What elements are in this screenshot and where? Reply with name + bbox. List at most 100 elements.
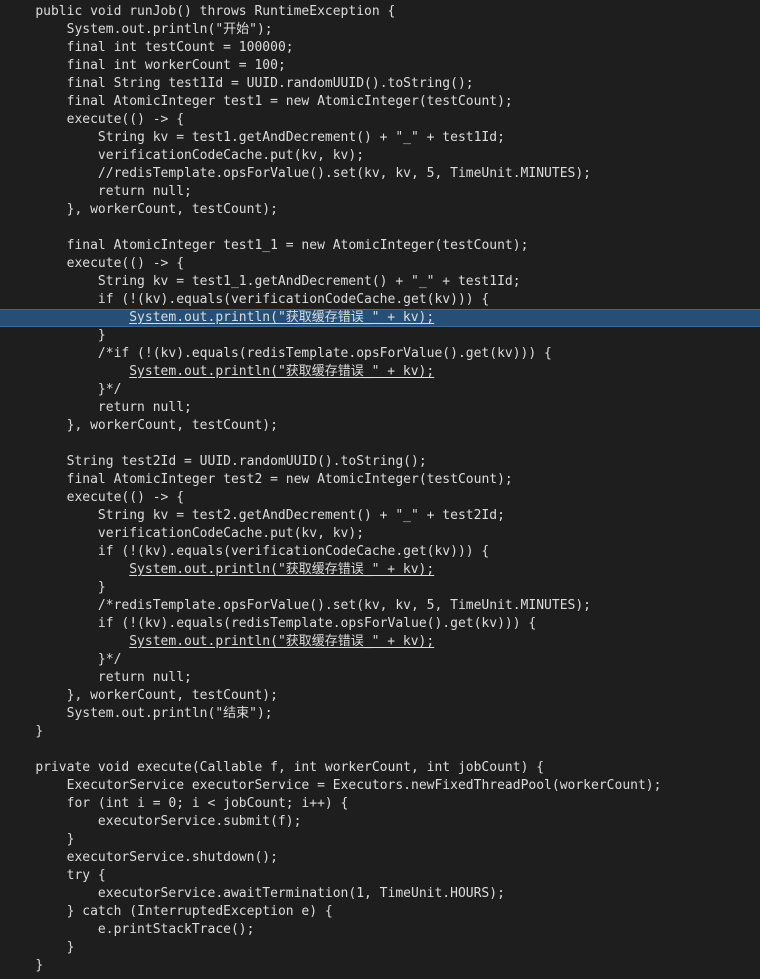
code-text[interactable]: } catch (InterruptedException e) { [67,904,333,919]
code-text[interactable]: final AtomicInteger test2 = new AtomicIn… [67,472,513,487]
code-text[interactable]: executorService.awaitTermination(1, Time… [98,886,505,901]
code-line[interactable]: e.printStackTrace(); [0,921,760,939]
code-line[interactable]: System.out.println("获取缓存错误_" + kv); [0,633,760,651]
code-text[interactable]: }*/ [98,652,121,667]
code-line[interactable]: final AtomicInteger test1 = new AtomicIn… [0,93,760,111]
code-text[interactable]: System.out.println("获取缓存错误_" + kv); [129,562,434,577]
code-line[interactable]: executorService.awaitTermination(1, Time… [0,885,760,903]
code-text[interactable]: if (!(kv).equals(verificationCodeCache.g… [98,292,489,307]
code-text[interactable]: executorService.shutdown(); [67,850,278,865]
code-text[interactable]: /*if (!(kv).equals(redisTemplate.opsForV… [98,346,552,361]
code-line[interactable]: } [0,723,760,741]
code-line[interactable]: execute(() -> { [0,489,760,507]
code-text[interactable]: final AtomicInteger test1_1 = new Atomic… [67,238,529,253]
code-line[interactable]: public void runJob() throws RuntimeExcep… [0,3,760,21]
code-text[interactable]: try { [67,868,106,883]
code-text[interactable]: String kv = test1.getAndDecrement() + "_… [98,130,505,145]
code-line[interactable]: final int workerCount = 100; [0,57,760,75]
code-text[interactable]: }, workerCount, testCount); [67,418,278,433]
code-line[interactable]: } [0,939,760,957]
code-line[interactable]: /*if (!(kv).equals(redisTemplate.opsForV… [0,345,760,363]
code-line[interactable]: }, workerCount, testCount); [0,417,760,435]
code-line[interactable]: } catch (InterruptedException e) { [0,903,760,921]
code-text[interactable]: public void runJob() throws RuntimeExcep… [35,4,395,19]
code-text[interactable]: System.out.println("获取缓存错误_" + kv); [129,364,434,379]
code-line[interactable]: final int testCount = 100000; [0,39,760,57]
code-line[interactable]: return null; [0,183,760,201]
code-text[interactable]: } [98,328,106,343]
code-line[interactable] [0,435,760,453]
code-line[interactable]: }*/ [0,651,760,669]
code-line[interactable]: } [0,831,760,849]
code-text[interactable]: } [35,958,43,973]
code-text[interactable]: if (!(kv).equals(redisTemplate.opsForVal… [98,616,536,631]
code-text[interactable]: verificationCodeCache.put(kv, kv); [98,526,364,541]
code-text[interactable]: execute(() -> { [67,256,184,271]
code-text[interactable]: for (int i = 0; i < jobCount; i++) { [67,796,349,811]
code-editor[interactable]: public void runJob() throws RuntimeExcep… [0,3,760,975]
code-line[interactable]: String test2Id = UUID.randomUUID().toStr… [0,453,760,471]
code-text[interactable]: String kv = test1_1.getAndDecrement() + … [98,274,521,289]
code-line[interactable]: }, workerCount, testCount); [0,687,760,705]
code-text[interactable]: } [67,832,75,847]
code-line[interactable]: if (!(kv).equals(verificationCodeCache.g… [0,543,760,561]
code-line[interactable]: String kv = test2.getAndDecrement() + "_… [0,507,760,525]
code-text[interactable]: return null; [98,184,192,199]
code-line[interactable]: execute(() -> { [0,111,760,129]
code-text[interactable]: /*redisTemplate.opsForValue().set(kv, kv… [98,598,591,613]
code-text[interactable]: execute(() -> { [67,112,184,127]
code-line[interactable]: try { [0,867,760,885]
code-text[interactable]: //redisTemplate.opsForValue().set(kv, kv… [98,166,591,181]
code-text[interactable]: verificationCodeCache.put(kv, kv); [98,148,364,163]
code-text[interactable]: final String test1Id = UUID.randomUUID()… [67,76,474,91]
code-text[interactable]: e.printStackTrace(); [98,922,255,937]
code-text[interactable]: System.out.println("获取缓存错误_" + kv); [129,634,434,649]
code-text[interactable]: }, workerCount, testCount); [67,202,278,217]
code-line[interactable]: return null; [0,669,760,687]
code-line[interactable]: ExecutorService executorService = Execut… [0,777,760,795]
code-text[interactable]: String test2Id = UUID.randomUUID().toStr… [67,454,427,469]
code-line[interactable]: String kv = test1_1.getAndDecrement() + … [0,273,760,291]
code-text[interactable]: if (!(kv).equals(verificationCodeCache.g… [98,544,489,559]
code-text[interactable]: System.out.println("结束"); [67,706,273,721]
code-text[interactable]: }*/ [98,382,121,397]
code-line[interactable]: /*redisTemplate.opsForValue().set(kv, kv… [0,597,760,615]
code-line[interactable]: return null; [0,399,760,417]
code-line[interactable]: verificationCodeCache.put(kv, kv); [0,147,760,165]
code-line[interactable]: final AtomicInteger test1_1 = new Atomic… [0,237,760,255]
code-text[interactable]: final int workerCount = 100; [67,58,286,73]
code-line[interactable]: private void execute(Callable f, int wor… [0,759,760,777]
code-text[interactable]: private void execute(Callable f, int wor… [35,760,544,775]
code-line[interactable]: }*/ [0,381,760,399]
code-line[interactable]: System.out.println("获取缓存错误_" + kv); [0,363,760,381]
code-text[interactable]: System.out.println("开始"); [67,22,273,37]
code-line[interactable] [0,219,760,237]
code-line[interactable]: executorService.shutdown(); [0,849,760,867]
code-text[interactable]: }, workerCount, testCount); [67,688,278,703]
code-text[interactable]: String kv = test2.getAndDecrement() + "_… [98,508,505,523]
code-line[interactable]: final AtomicInteger test2 = new AtomicIn… [0,471,760,489]
code-line[interactable] [0,741,760,759]
code-line[interactable]: final String test1Id = UUID.randomUUID()… [0,75,760,93]
code-line[interactable]: System.out.println("获取缓存错误_" + kv); [0,561,760,579]
code-line[interactable]: //redisTemplate.opsForValue().set(kv, kv… [0,165,760,183]
code-text[interactable]: } [67,940,75,955]
code-line[interactable]: verificationCodeCache.put(kv, kv); [0,525,760,543]
code-text[interactable]: execute(() -> { [67,490,184,505]
code-text[interactable]: return null; [98,670,192,685]
code-line[interactable]: for (int i = 0; i < jobCount; i++) { [0,795,760,813]
code-line[interactable]: executorService.submit(f); [0,813,760,831]
code-line[interactable]: if (!(kv).equals(verificationCodeCache.g… [0,291,760,309]
code-text[interactable]: return null; [98,400,192,415]
code-text[interactable]: } [35,724,43,739]
code-line[interactable]: String kv = test1.getAndDecrement() + "_… [0,129,760,147]
code-text[interactable]: System.out.println("获取缓存错误_" + kv); [129,310,434,325]
code-line[interactable]: } [0,327,760,345]
code-line[interactable]: } [0,579,760,597]
code-text[interactable]: executorService.submit(f); [98,814,302,829]
code-text[interactable]: final int testCount = 100000; [67,40,294,55]
code-line[interactable]: if (!(kv).equals(redisTemplate.opsForVal… [0,615,760,633]
code-line[interactable]: } [0,957,760,975]
code-text[interactable]: final AtomicInteger test1 = new AtomicIn… [67,94,513,109]
highlighted-code-line[interactable]: System.out.println("获取缓存错误_" + kv); [0,309,760,327]
